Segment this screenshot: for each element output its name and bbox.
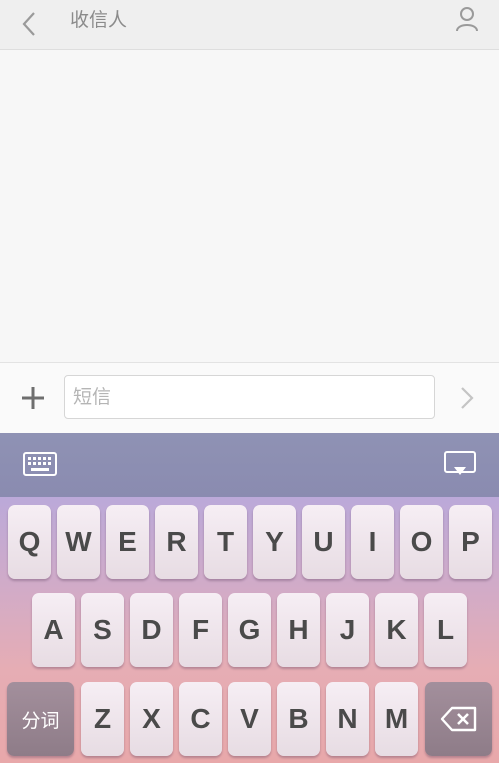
key-q[interactable]: Q — [8, 505, 51, 579]
key-h[interactable]: H — [277, 593, 320, 667]
composer-bar — [0, 362, 499, 434]
key-r[interactable]: R — [155, 505, 198, 579]
send-button[interactable] — [457, 385, 477, 411]
message-area — [0, 50, 499, 362]
key-a[interactable]: A — [32, 593, 75, 667]
plus-icon — [22, 387, 44, 409]
key-b[interactable]: B — [277, 682, 320, 756]
key-w[interactable]: W — [57, 505, 100, 579]
hide-keyboard-icon — [444, 451, 476, 475]
person-icon — [456, 7, 478, 32]
backspace-key[interactable] — [425, 682, 492, 756]
key-x[interactable]: X — [130, 682, 173, 756]
key-i[interactable]: I — [351, 505, 394, 579]
contact-button[interactable] — [453, 5, 481, 33]
key-s[interactable]: S — [81, 593, 124, 667]
chevron-left-icon — [22, 12, 35, 36]
chevron-right-icon — [461, 387, 474, 409]
add-attachment-button[interactable] — [18, 383, 48, 413]
hide-keyboard-button[interactable] — [443, 449, 477, 481]
key-u[interactable]: U — [302, 505, 345, 579]
keyboard: Q W E R T Y U I O P A S D F G H J K L 分词… — [0, 497, 499, 763]
keyboard-icon — [23, 452, 57, 476]
page-title: 收信人 — [70, 9, 128, 31]
key-o[interactable]: O — [400, 505, 443, 579]
backspace-icon — [440, 706, 476, 732]
keyboard-switch-button[interactable] — [22, 450, 58, 478]
segment-key[interactable]: 分词 — [7, 682, 74, 756]
key-j[interactable]: J — [326, 593, 369, 667]
key-p[interactable]: P — [449, 505, 492, 579]
key-d[interactable]: D — [130, 593, 173, 667]
back-button[interactable] — [12, 6, 48, 42]
key-y[interactable]: Y — [253, 505, 296, 579]
sms-input[interactable] — [64, 375, 435, 419]
key-f[interactable]: F — [179, 593, 222, 667]
key-t[interactable]: T — [204, 505, 247, 579]
keyboard-toolbar — [0, 433, 499, 497]
key-k[interactable]: K — [375, 593, 418, 667]
key-g[interactable]: G — [228, 593, 271, 667]
key-v[interactable]: V — [228, 682, 271, 756]
key-l[interactable]: L — [424, 593, 467, 667]
key-n[interactable]: N — [326, 682, 369, 756]
key-z[interactable]: Z — [81, 682, 124, 756]
header-bar: 收信人 — [0, 0, 499, 50]
key-m[interactable]: M — [375, 682, 418, 756]
key-c[interactable]: C — [179, 682, 222, 756]
key-e[interactable]: E — [106, 505, 149, 579]
